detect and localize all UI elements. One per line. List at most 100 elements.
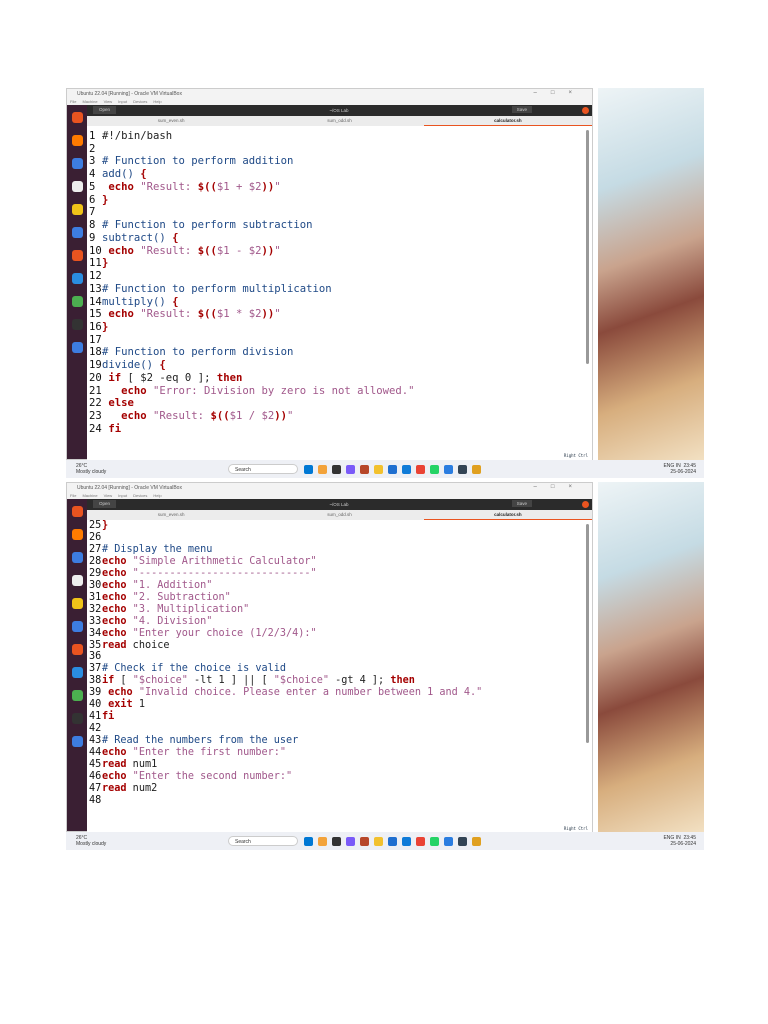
menu-devices[interactable]: Devices [133,493,147,498]
tab-sum_odd-sh[interactable]: sum_odd.sh [255,510,423,520]
taskbar-app-icon[interactable] [346,836,355,846]
menu-view[interactable]: View [104,99,113,104]
code-line: 1 #!/bin/bash [87,130,592,143]
dock-app-icon[interactable] [71,621,83,632]
menu-input[interactable]: Input [118,99,127,104]
dock-app-icon[interactable] [71,552,83,563]
dock-app-icon[interactable] [71,135,83,146]
line-number: 20 [89,371,102,384]
menu-help[interactable]: Help [153,493,161,498]
menu-file[interactable]: File [70,99,76,104]
taskbar-app-icon[interactable] [444,464,453,474]
date: 25-06-2024 [670,469,696,475]
code-editor[interactable]: 25} 26 27 # Display the menu 28 echo "Simple … [87,520,592,833]
dock-app-icon[interactable] [71,690,83,701]
dock-app-icon[interactable] [71,667,83,678]
taskbar-app-icon[interactable] [346,464,355,474]
dock-app-icon[interactable] [71,319,83,330]
dock-app-icon[interactable] [71,644,83,655]
taskbar-app-icon[interactable] [416,464,425,474]
scrollbar[interactable] [586,524,589,744]
line-number: 41 [89,711,102,723]
code-token: num2 [126,782,158,794]
taskbar-app-icon[interactable] [444,836,453,846]
taskbar-app-icon[interactable] [318,836,327,846]
taskbar-app-icon[interactable] [360,464,369,474]
dock-app-icon[interactable] [71,506,83,517]
taskbar-app-icon[interactable] [402,836,411,846]
tab-sum_odd-sh[interactable]: sum_odd.sh [255,116,423,126]
dock-app-icon[interactable] [71,273,83,284]
weather-widget[interactable]: 26°C Mostly cloudy [76,835,136,847]
window-controls[interactable]: –□× [534,90,586,96]
taskbar-app-icon[interactable] [472,464,481,474]
host-key: Right Ctrl [563,453,588,458]
menu-file[interactable]: File [70,493,76,498]
taskbar-app-icon[interactable] [472,836,481,846]
line-number: 3 [89,155,96,168]
taskbar-app-icon[interactable] [332,836,341,846]
taskbar-app-icon[interactable] [430,836,439,846]
close-icon[interactable] [582,107,589,114]
dock-app-icon[interactable] [71,158,83,169]
dock-app-icon[interactable] [71,342,83,353]
code-token: "3. Multiplication" [126,603,250,615]
save-button[interactable]: Save [511,106,532,113]
taskbar-app-icon[interactable] [430,464,439,474]
open-button[interactable]: Open [93,500,117,508]
open-button[interactable]: Open [93,106,117,114]
menu-machine[interactable]: Machine [82,99,97,104]
menu-machine[interactable]: Machine [82,493,97,498]
file-path: ~/OS Lab [329,502,349,507]
taskbar-search[interactable]: Search [228,836,298,846]
dock-app-icon[interactable] [71,296,83,307]
taskbar-app-icon[interactable] [458,836,467,846]
code-line: 19 divide() { [87,359,592,372]
dock-app-icon[interactable] [71,227,83,238]
dock-app-icon[interactable] [71,529,83,540]
menu-view[interactable]: View [104,493,113,498]
code-token: # Function to perform multiplication [102,282,332,295]
taskbar-app-icon[interactable] [388,464,397,474]
tab-calculator-sh[interactable]: calculator.sh [423,510,592,520]
tab-calculator-sh[interactable]: calculator.sh [423,116,592,126]
code-token: $1 * $2 [216,308,262,321]
code-token: "Simple Arithmetic Calculator" [126,555,317,567]
menu-help[interactable]: Help [153,99,161,104]
tab-sum_even-sh[interactable]: sum_even.sh [87,510,255,520]
taskbar-app-icon[interactable] [374,464,383,474]
taskbar-app-icon[interactable] [416,836,425,846]
dock-app-icon[interactable] [71,575,83,586]
line-number: 39 [89,687,102,699]
code-line: 38 if [ "$choice" -lt 1 ] || [ "$choice" … [87,675,592,687]
window-controls[interactable]: –□× [534,484,586,490]
menu-input[interactable]: Input [118,493,127,498]
taskbar-app-icon[interactable] [360,836,369,846]
taskbar-app-icon[interactable] [458,464,467,474]
taskbar-search[interactable]: Search [228,464,298,474]
dock-app-icon[interactable] [71,204,83,215]
taskbar-app-icon[interactable] [388,836,397,846]
taskbar-app-icon[interactable] [402,464,411,474]
dock-app-icon[interactable] [71,250,83,261]
tab-sum_even-sh[interactable]: sum_even.sh [87,116,255,126]
save-button[interactable]: Save [511,500,532,507]
taskbar-app-icon[interactable] [304,836,313,846]
dock-app-icon[interactable] [71,598,83,609]
weather-widget[interactable]: 26°C Mostly cloudy [76,463,136,475]
taskbar-app-icon[interactable] [304,464,313,474]
dock-app-icon[interactable] [71,736,83,747]
dock-app-icon[interactable] [71,112,83,123]
code-editor[interactable]: 1 #!/bin/bash 2 3 # Function to perform addi… [87,126,592,460]
taskbar-app-icon[interactable] [374,836,383,846]
code-line: 24 fi [87,423,592,436]
close-icon[interactable] [582,501,589,508]
menu-devices[interactable]: Devices [133,99,147,104]
scrollbar[interactable] [586,130,589,364]
taskbar-app-icon[interactable] [318,464,327,474]
line-number: 36 [89,651,102,663]
dock-app-icon[interactable] [71,181,83,192]
line-number: 38 [89,675,102,687]
taskbar-app-icon[interactable] [332,464,341,474]
dock-app-icon[interactable] [71,713,83,724]
